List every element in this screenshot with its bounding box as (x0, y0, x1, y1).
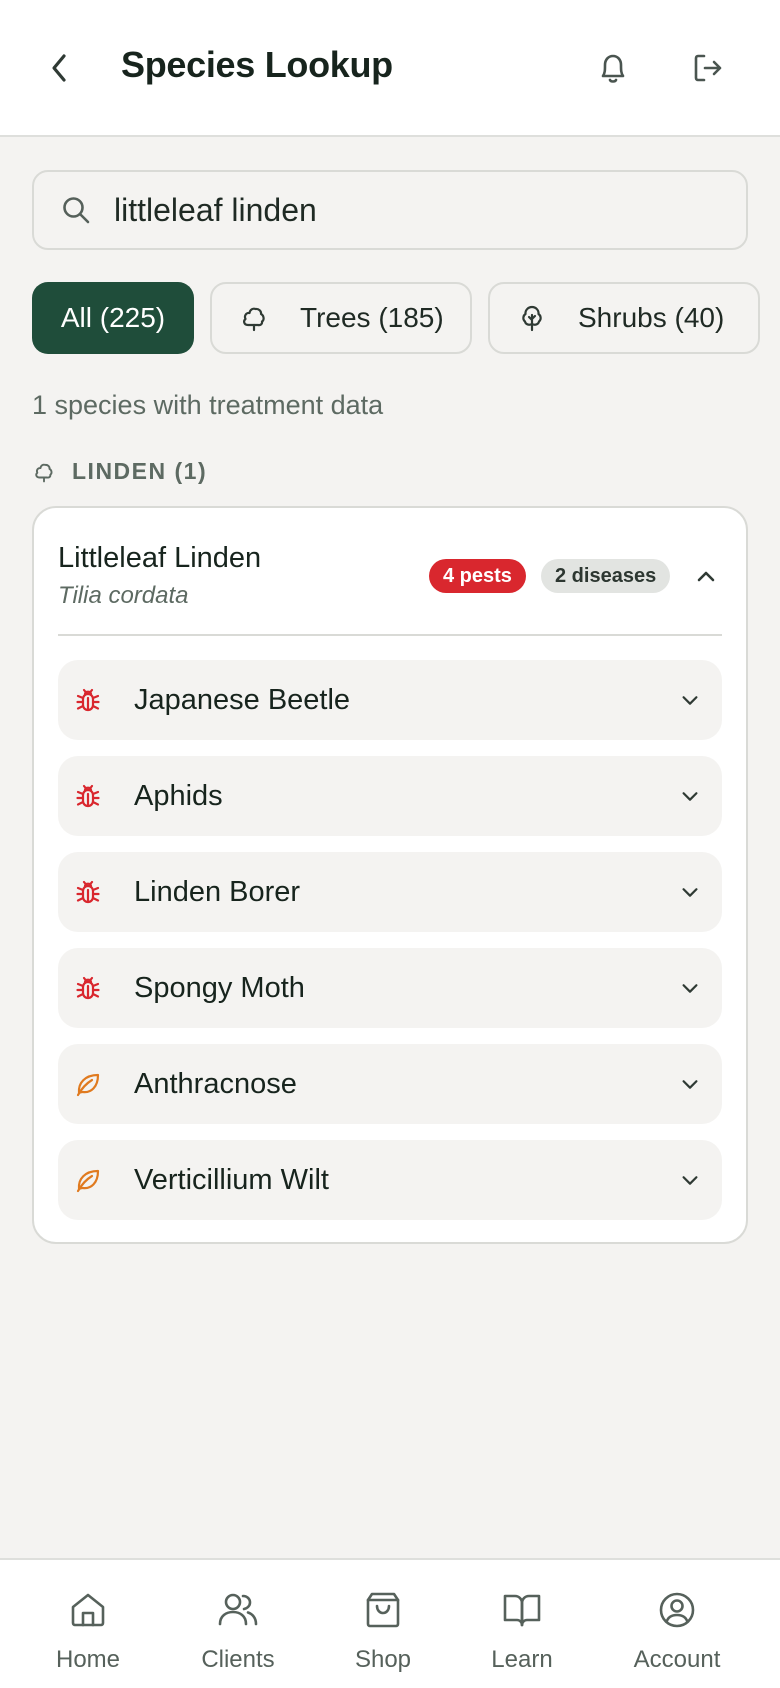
issue-label: Verticillium Wilt (134, 1163, 329, 1196)
back-button[interactable] (40, 46, 80, 90)
issue-label: Spongy Moth (134, 971, 305, 1004)
issue-item-aphids[interactable]: Aphids (58, 756, 722, 836)
diseases-badge: 2 diseases (541, 559, 671, 593)
chevron-down-icon (674, 1164, 706, 1196)
chevron-down-icon (674, 972, 706, 1004)
nav-label: Account (633, 1646, 721, 1673)
leaf-icon (74, 1070, 102, 1098)
bug-icon (74, 974, 102, 1002)
species-common-name: Littleleaf Linden (58, 542, 262, 574)
nav-label: Home (55, 1646, 121, 1673)
bug-icon (74, 878, 102, 906)
leaf-icon (74, 1166, 102, 1194)
filter-trees-label: Trees (185) (300, 302, 444, 333)
chevron-down-icon (674, 684, 706, 716)
shrub-icon (516, 302, 548, 334)
results-summary: 1 species with treatment data (32, 390, 384, 420)
issue-label: Japanese Beetle (134, 683, 351, 716)
pests-badge: 4 pests (429, 559, 526, 593)
card-divider (58, 634, 722, 636)
book-icon (457, 1588, 587, 1632)
logout-button[interactable] (685, 45, 731, 91)
nav-item-account[interactable]: Account (612, 1588, 742, 1674)
filter-shrubs-label: Shrubs (40) (578, 302, 725, 333)
species-scientific-name: Tilia cordata (58, 582, 189, 609)
filter-trees[interactable]: Trees (185) (210, 282, 472, 354)
nav-item-learn[interactable]: Learn (457, 1588, 587, 1674)
bug-icon (74, 782, 102, 810)
filter-all[interactable]: All (225) (32, 282, 194, 354)
filter-all-label: All (225) (60, 302, 166, 333)
nav-item-clients[interactable]: Clients (173, 1588, 303, 1674)
notifications-button[interactable] (590, 45, 636, 91)
issue-item-spongy-moth[interactable]: Spongy Moth (58, 948, 722, 1028)
logout-icon (694, 54, 722, 82)
chevron-down-icon (674, 780, 706, 812)
bug-icon (74, 686, 102, 714)
chevron-up-icon (697, 571, 715, 582)
bell-icon (601, 54, 625, 83)
group-header: LINDEN (1) (32, 458, 207, 485)
nav-item-shop[interactable]: Shop (318, 1588, 448, 1674)
issue-item-anthracnose[interactable]: Anthracnose (58, 1044, 722, 1124)
chevron-down-icon (674, 1068, 706, 1100)
issue-item-japanese-beetle[interactable]: Japanese Beetle (58, 660, 722, 740)
account-icon (612, 1588, 742, 1632)
issue-label: Linden Borer (134, 875, 301, 908)
shopping-bag-icon (318, 1588, 448, 1632)
collapse-button[interactable] (690, 560, 722, 592)
filter-shrubs[interactable]: Shrubs (40) (488, 282, 760, 354)
page-title: Species Lookup (121, 44, 393, 85)
tree-icon (238, 302, 270, 334)
users-icon (173, 1588, 303, 1632)
search-box[interactable] (32, 170, 748, 250)
issue-label: Aphids (134, 779, 223, 812)
search-input[interactable] (114, 191, 714, 229)
issue-item-verticillium-wilt[interactable]: Verticillium Wilt (58, 1140, 722, 1220)
species-card: Littleleaf Linden Tilia cordata 4 pests … (32, 506, 748, 1244)
issue-item-linden-borer[interactable]: Linden Borer (58, 852, 722, 932)
chevron-left-icon (52, 54, 66, 82)
nav-label: Shop (354, 1646, 412, 1673)
nav-label: Learn (491, 1646, 553, 1673)
chevron-down-icon (674, 876, 706, 908)
app-header: Species Lookup (0, 0, 780, 137)
group-label: LINDEN (1) (72, 458, 208, 484)
home-icon (23, 1588, 153, 1632)
bottom-nav: Home Clients Shop Learn Account (0, 1558, 780, 1688)
issue-label: Anthracnose (134, 1067, 297, 1100)
nav-item-home[interactable]: Home (23, 1588, 153, 1674)
nav-label: Clients (201, 1646, 275, 1673)
tree-icon (32, 460, 56, 484)
search-icon (58, 192, 94, 228)
